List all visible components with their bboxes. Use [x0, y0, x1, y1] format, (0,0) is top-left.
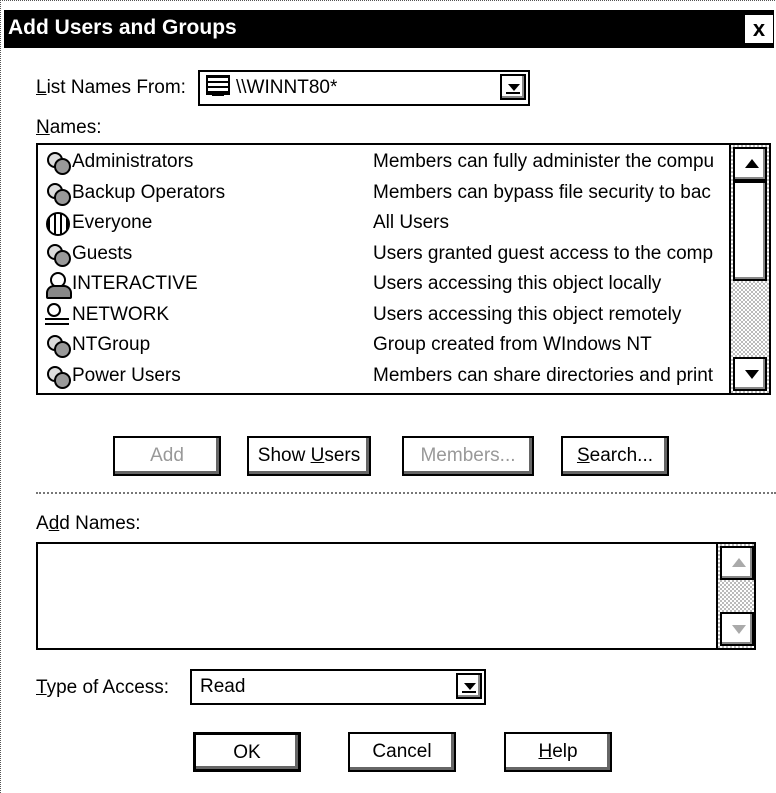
scroll-down-button[interactable]: [733, 357, 767, 391]
add-names-label: Add Names:: [36, 513, 141, 534]
user-icon: [44, 271, 72, 299]
list-item-description: Members can share directories and print: [373, 364, 714, 386]
list-item[interactable]: NTGroup Group created from WIndows NT: [38, 330, 723, 360]
list-item[interactable]: Everyone All Users: [38, 208, 723, 238]
network-user-icon: [44, 302, 70, 328]
close-button[interactable]: x: [744, 14, 774, 44]
list-names-from-label-text: ist Names From:: [46, 77, 186, 98]
list-item-name: Everyone: [72, 212, 153, 233]
globe-icon: [44, 210, 70, 236]
separator: [36, 492, 776, 494]
search-button[interactable]: Search...: [561, 436, 669, 476]
list-item[interactable]: Power Users Members can share directories…: [38, 361, 723, 391]
title-bar: Add Users and Groups x: [4, 10, 774, 48]
type-of-access-label: Type of Access:: [36, 677, 170, 698]
list-item-name: Guests: [72, 242, 133, 264]
group-icon: [44, 332, 71, 358]
scroll-up-button[interactable]: [733, 147, 767, 181]
scroll-up-button[interactable]: [720, 546, 754, 580]
names-scrollbar[interactable]: [729, 145, 769, 393]
list-item-name: Power Users: [72, 364, 181, 386]
list-names-from-label: List Names From:: [36, 77, 186, 98]
list-item-description: Members can bypass file security to bac: [373, 181, 711, 203]
add-button[interactable]: Add: [113, 436, 221, 476]
group-icon: [44, 362, 71, 389]
type-of-access-select[interactable]: Read: [190, 669, 486, 705]
list-item[interactable]: Backup Operators Members can bypass file …: [38, 178, 723, 208]
list-item-name: NETWORK: [72, 303, 170, 325]
list-item[interactable]: Guests Users granted guest access to the …: [38, 239, 723, 269]
list-item-name: NTGroup: [72, 334, 151, 355]
list-item-description: All Users: [373, 212, 450, 233]
list-item-description: Group created from WIndows NT: [373, 334, 652, 355]
help-button[interactable]: Help: [504, 732, 612, 772]
list-item[interactable]: INTERACTIVE Users accessing this object l…: [38, 269, 723, 299]
list-item-name: Administrators: [72, 151, 194, 172]
names-listbox[interactable]: Administrators Members can fully administ…: [36, 143, 771, 395]
cancel-button[interactable]: Cancel: [348, 732, 456, 772]
list-item-description: Users accessing this object remotely: [373, 303, 682, 325]
list-item[interactable]: Administrators Members can fully administ…: [38, 147, 723, 177]
group-icon: [44, 149, 71, 175]
scroll-thumb[interactable]: [733, 181, 767, 281]
chevron-down-icon[interactable]: [456, 673, 482, 699]
server-icon: [206, 75, 230, 97]
list-item[interactable]: NETWORK Users accessing this object remot…: [38, 300, 723, 330]
add-names-field[interactable]: [36, 542, 756, 650]
group-icon: [44, 179, 71, 206]
list-item-description: Members can fully administer the compu: [373, 151, 715, 172]
add-names-scrollbar[interactable]: [716, 544, 754, 648]
dialog-title: Add Users and Groups: [8, 16, 237, 39]
list-item-name: INTERACTIVE: [72, 273, 198, 294]
list-names-from-select[interactable]: \\WINNT80*: [198, 70, 530, 106]
list-names-from-value: \\WINNT80*: [236, 77, 338, 98]
ok-button[interactable]: OK: [193, 732, 301, 772]
scroll-down-button[interactable]: [720, 612, 754, 646]
list-item-description: Users accessing this object locally: [373, 273, 662, 294]
chevron-down-icon[interactable]: [500, 74, 526, 100]
list-item-name: Backup Operators: [72, 181, 226, 203]
members-button[interactable]: Members...: [402, 436, 534, 476]
group-icon: [44, 240, 71, 267]
list-item-description: Users granted guest access to the comp: [373, 242, 714, 264]
names-label: Names:: [36, 117, 102, 138]
type-of-access-value: Read: [200, 676, 246, 697]
show-users-button[interactable]: Show Users: [247, 436, 371, 476]
